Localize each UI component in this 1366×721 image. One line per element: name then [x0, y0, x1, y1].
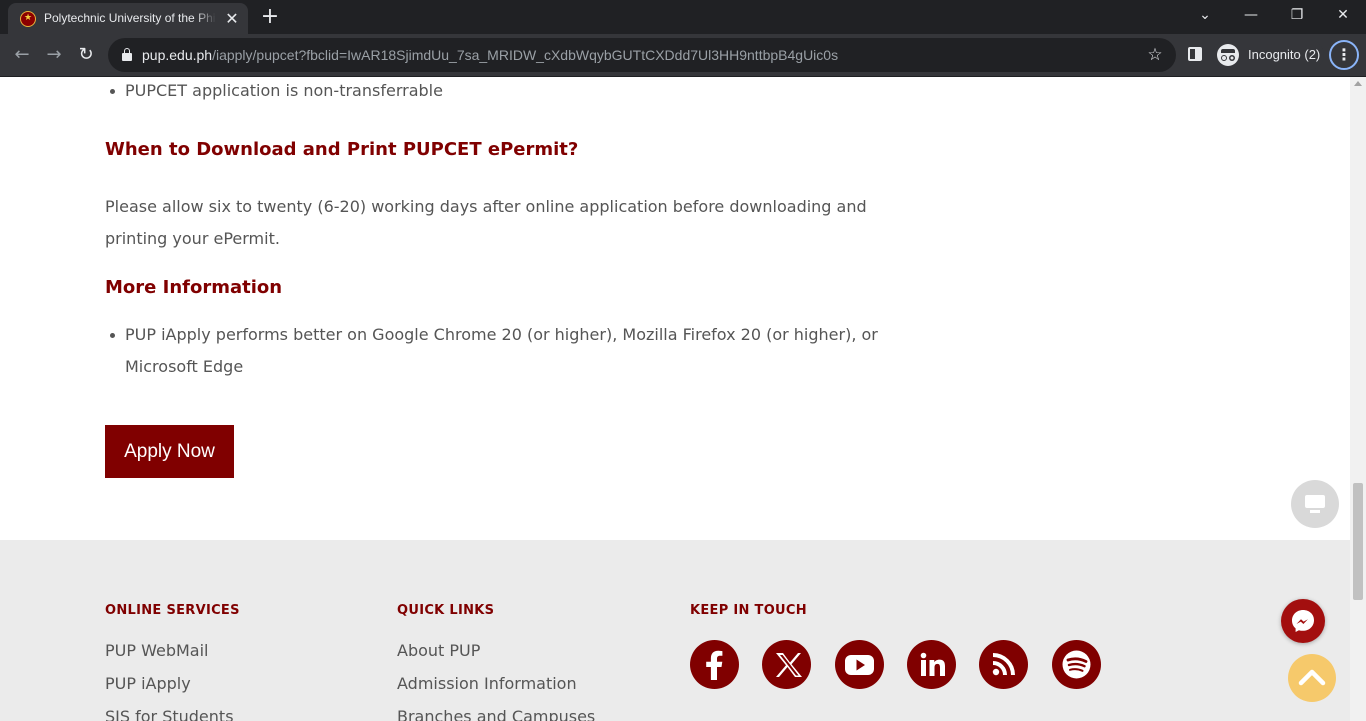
reload-icon[interactable]: ↻ [72, 41, 100, 69]
lock-icon[interactable] [122, 48, 132, 61]
close-window-button[interactable]: ✕ [1320, 0, 1366, 32]
footer-section-title: KEEP IN TOUCH [690, 603, 807, 618]
messenger-chat-button[interactable] [1281, 599, 1325, 643]
scrollbar-thumb[interactable] [1353, 483, 1363, 600]
tab-title: Polytechnic University of the Philippine… [44, 11, 216, 27]
close-tab-icon[interactable]: ✕ [222, 9, 242, 29]
linkedin-icon[interactable] [907, 640, 956, 689]
heading-more-information: More Information [105, 277, 283, 298]
x-icon[interactable] [762, 640, 811, 689]
footer-section-title: ONLINE SERVICES [105, 603, 240, 618]
footer-online-services: ONLINE SERVICES PUP WebMail PUP iApply S… [105, 603, 240, 721]
spotify-icon[interactable] [1052, 640, 1101, 689]
scroll-up-arrow-icon[interactable] [1354, 81, 1362, 86]
list-item: PUP iApply performs better on Google Chr… [105, 319, 925, 383]
incognito-label: Incognito (2) [1248, 47, 1321, 62]
incognito-indicator[interactable]: Incognito (2) [1212, 40, 1324, 70]
new-tab-button[interactable]: + [258, 5, 282, 29]
desktop-view-button[interactable] [1291, 480, 1339, 528]
menu-icon[interactable]: ⋮ [1329, 40, 1359, 70]
side-panel-icon[interactable] [1188, 47, 1202, 61]
footer-section-title: QUICK LINKS [397, 603, 495, 618]
restore-button[interactable]: ❐ [1274, 0, 1320, 32]
browser-tab[interactable]: ★ Polytechnic University of the Philippi… [8, 3, 248, 34]
footer: ONLINE SERVICES PUP WebMail PUP iApply S… [0, 540, 1350, 721]
rss-icon[interactable] [979, 640, 1028, 689]
apply-now-button[interactable]: Apply Now [105, 425, 234, 478]
address-bar[interactable]: pup.edu.ph/iapply/pupcet?fbclid=IwAR18Sj… [108, 38, 1176, 72]
url-text[interactable]: pup.edu.ph/iapply/pupcet?fbclid=IwAR18Sj… [142, 47, 838, 63]
url-host: pup.edu.ph [142, 47, 213, 63]
footer-link-iapply[interactable]: PUP iApply [105, 667, 240, 700]
footer-link-about[interactable]: About PUP [397, 634, 595, 667]
minimize-button[interactable]: — [1228, 0, 1274, 32]
star-icon[interactable]: ☆ [1144, 44, 1166, 66]
back-icon[interactable]: ← [8, 41, 36, 69]
scroll-to-top-button[interactable] [1288, 654, 1336, 702]
page-viewport: PUPCET application is non-transferrable … [0, 77, 1350, 721]
paragraph-download-epermit: Please allow six to twenty (6-20) workin… [105, 197, 867, 248]
tab-search-icon[interactable]: ⌄ [1182, 0, 1228, 32]
footer-quick-links: QUICK LINKS About PUP Admission Informat… [397, 603, 595, 721]
messenger-icon [1292, 610, 1314, 632]
facebook-icon[interactable] [690, 640, 739, 689]
browser-toolbar: ← → ↻ pup.edu.ph/iapply/pupcet?fbclid=Iw… [0, 34, 1366, 77]
incognito-icon [1217, 44, 1239, 66]
footer-link-admission[interactable]: Admission Information [397, 667, 595, 700]
chevron-up-icon [1298, 669, 1326, 686]
heading-download-epermit: When to Download and Print PUPCET ePermi… [105, 139, 579, 160]
forward-icon[interactable]: → [40, 41, 68, 69]
footer-link-branches[interactable]: Branches and Campuses [397, 700, 595, 721]
youtube-icon[interactable] [835, 640, 884, 689]
url-path: /iapply/pupcet?fbclid=IwAR18SjimdUu_7sa_… [212, 47, 839, 63]
list-item: PUPCET application is non-transferrable [105, 77, 925, 107]
footer-link-webmail[interactable]: PUP WebMail [105, 634, 240, 667]
page-scrollbar[interactable] [1350, 77, 1366, 721]
footer-link-sis[interactable]: SIS for Students [105, 700, 240, 721]
footer-keep-in-touch: KEEP IN TOUCH [690, 603, 807, 618]
pup-favicon-icon: ★ [20, 11, 36, 27]
tab-strip: ★ Polytechnic University of the Philippi… [0, 0, 1366, 34]
desktop-icon [1305, 495, 1325, 508]
